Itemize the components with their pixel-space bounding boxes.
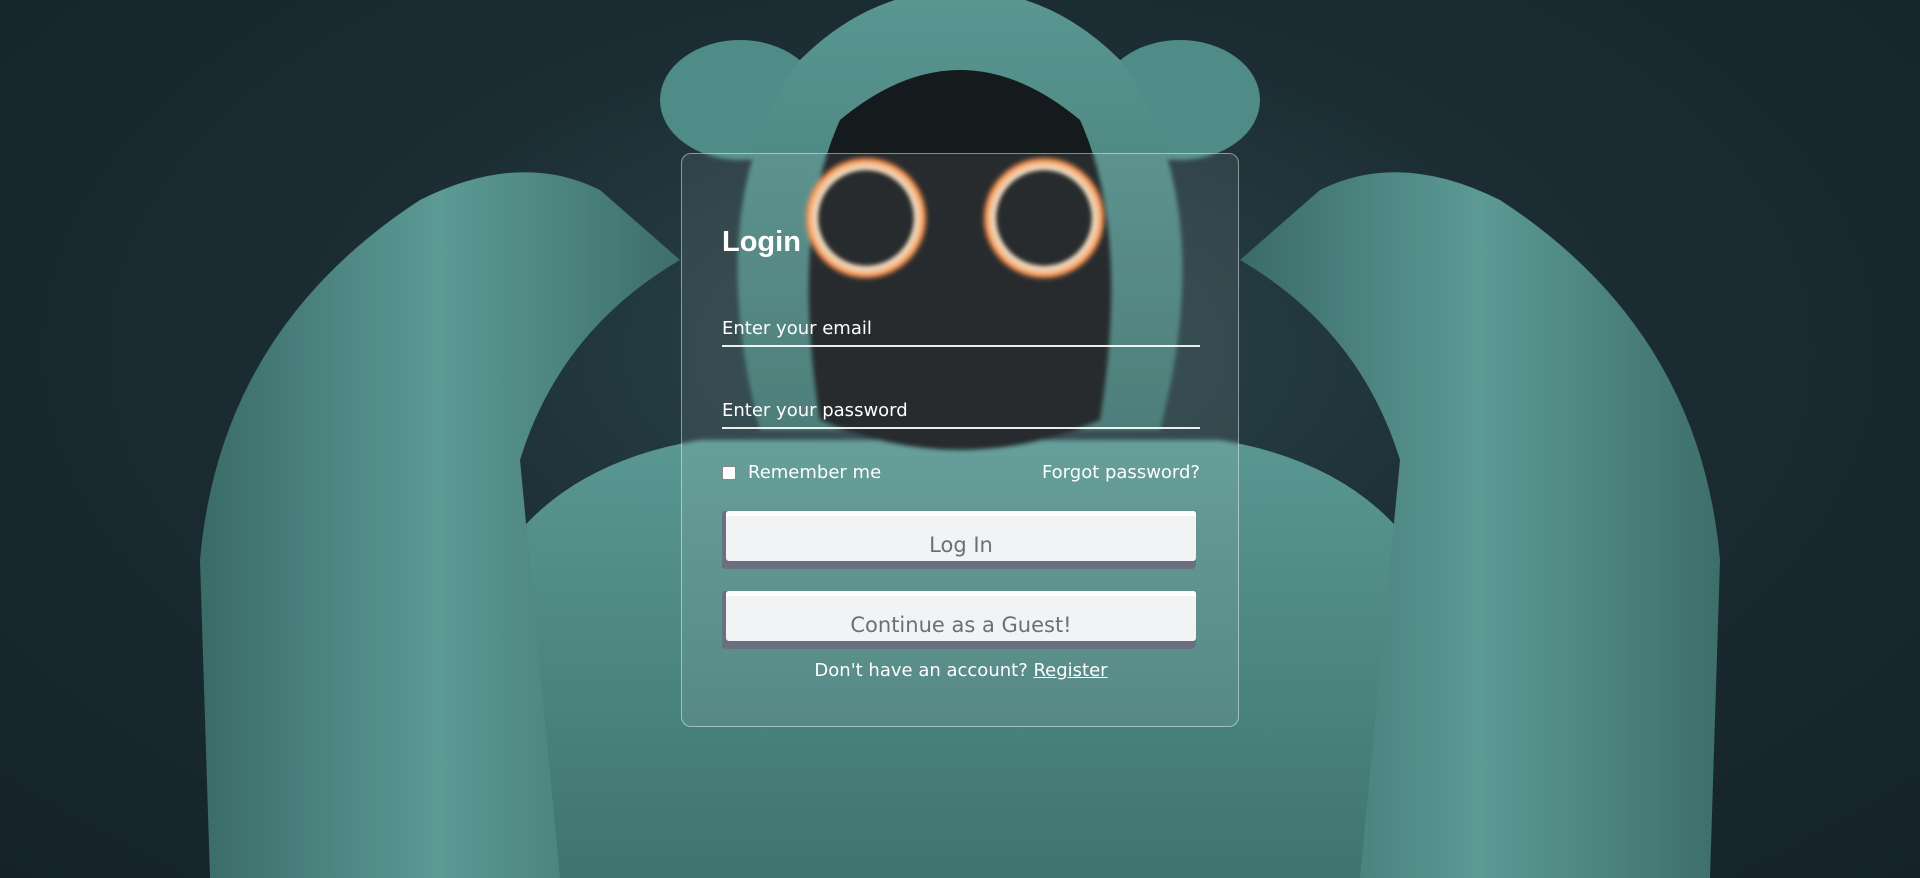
email-input[interactable] [722,318,1200,339]
login-card: Login Remember me Forgot password? Log I… [681,153,1239,727]
password-field-wrapper [722,387,1200,429]
login-options-row: Remember me Forgot password? [722,462,1200,488]
register-prompt: Don't have an account? Register [682,660,1240,681]
guest-button[interactable]: Continue as a Guest! [726,591,1196,649]
remember-me-toggle[interactable]: Remember me [722,462,881,483]
checkbox-unchecked-icon[interactable] [722,465,736,480]
email-field-wrapper [722,305,1200,347]
login-title: Login [722,226,801,258]
password-input[interactable] [722,400,1200,421]
login-page: Login Remember me Forgot password? Log I… [0,0,1920,878]
login-button[interactable]: Log In [726,511,1196,569]
register-prompt-text: Don't have an account? [814,660,1034,681]
forgot-password-link[interactable]: Forgot password? [1042,462,1200,483]
remember-me-label: Remember me [748,462,882,483]
register-link[interactable]: Register [1033,660,1107,681]
